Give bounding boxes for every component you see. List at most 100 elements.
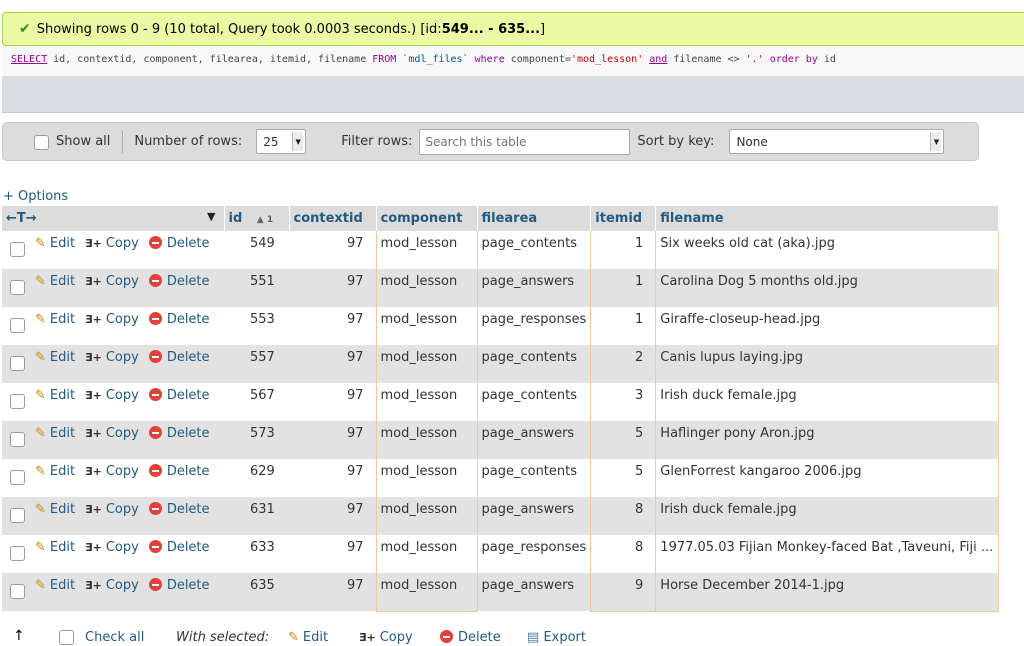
cell-contextid[interactable]: 97 [289,459,376,497]
sql-and[interactable]: and [649,54,667,65]
row-copy-button[interactable]: Ǝ+ Copy [85,312,139,327]
cell-filearea[interactable]: page_responses [477,307,591,345]
row-edit-button[interactable]: ✎ Edit [35,464,75,479]
cell-filearea[interactable]: page_answers [477,269,591,307]
show-all-label[interactable]: Show all [56,134,110,149]
cell-filename[interactable]: Irish duck female.jpg [655,497,1000,535]
cell-contextid[interactable]: 97 [289,573,376,611]
column-resize-icon[interactable]: ←T→ [6,211,37,226]
row-edit-button[interactable]: ✎ Edit [35,312,75,327]
cell-filename[interactable]: Canis lupus laying.jpg [655,345,1000,383]
row-delete-button[interactable]: Delete [148,388,210,403]
cell-component[interactable]: mod_lesson [375,459,478,497]
sort-select[interactable]: None ▼ [729,129,945,154]
cell-filearea[interactable]: page_contents [477,345,591,383]
row-copy-button[interactable]: Ǝ+ Copy [85,426,139,441]
cell-itemid[interactable]: 2 [590,345,657,383]
cell-filearea[interactable]: page_contents [477,383,591,421]
row-delete-button[interactable]: Delete [148,540,210,555]
row-checkbox[interactable] [10,394,25,409]
row-checkbox[interactable] [10,546,25,561]
cell-contextid[interactable]: 97 [289,421,376,459]
cell-id[interactable]: 567 [224,383,289,421]
row-delete-button[interactable]: Delete [148,426,210,441]
rows-select[interactable]: 25 ▼ [256,129,307,154]
cell-contextid[interactable]: 97 [289,345,376,383]
row-edit-button[interactable]: ✎ Edit [35,350,75,365]
cell-itemid[interactable]: 1 [590,269,657,307]
row-checkbox[interactable] [10,242,25,257]
row-edit-button[interactable]: ✎ Edit [35,388,75,403]
row-checkbox[interactable] [10,280,25,295]
cell-filearea[interactable]: page_answers [477,421,591,459]
cell-filename[interactable]: Carolina Dog 5 months old.jpg [655,269,1000,307]
cell-id[interactable]: 631 [224,497,289,535]
column-header-contextid[interactable]: contextid [289,206,377,231]
cell-id[interactable]: 633 [224,535,289,573]
cell-contextid[interactable]: 97 [289,269,376,307]
cell-filename[interactable]: GlenForrest kangaroo 2006.jpg [655,459,1000,497]
cell-filearea[interactable]: page_answers [477,573,591,611]
cell-contextid[interactable]: 97 [289,497,376,535]
bottom-export-button[interactable]: ▤ Export [527,630,586,645]
cell-id[interactable]: 557 [224,345,289,383]
row-copy-button[interactable]: Ǝ+ Copy [85,464,139,479]
row-delete-button[interactable]: Delete [148,236,210,251]
cell-id[interactable]: 549 [224,231,289,269]
row-edit-button[interactable]: ✎ Edit [35,578,75,593]
cell-itemid[interactable]: 8 [590,535,657,573]
row-copy-button[interactable]: Ǝ+ Copy [85,274,139,289]
cell-id[interactable]: 629 [224,459,289,497]
cell-itemid[interactable]: 1 [590,231,657,269]
row-copy-button[interactable]: Ǝ+ Copy [85,236,139,251]
sql-select[interactable]: SELECT [11,54,47,65]
cell-itemid[interactable]: 8 [590,497,657,535]
cell-itemid[interactable]: 1 [590,307,657,345]
cell-filename[interactable]: Horse December 2014-1.jpg [655,573,1000,612]
column-header-itemid[interactable]: itemid [590,206,657,231]
cell-id[interactable]: 635 [224,573,289,611]
bottom-copy-button[interactable]: Ǝ+ Copy [359,630,413,645]
cell-component[interactable]: mod_lesson [375,307,478,345]
cell-filename[interactable]: Haflinger pony Aron.jpg [655,421,1000,459]
row-copy-button[interactable]: Ǝ+ Copy [85,502,139,517]
cell-id[interactable]: 573 [224,421,289,459]
cell-filename[interactable]: 1977.05.03 Fijian Monkey-faced Bat ,Tave… [655,535,1000,573]
cell-component[interactable]: mod_lesson [375,383,478,421]
row-copy-button[interactable]: Ǝ+ Copy [85,578,139,593]
row-edit-button[interactable]: ✎ Edit [35,540,75,555]
filter-input[interactable] [419,128,631,155]
row-copy-button[interactable]: Ǝ+ Copy [85,350,139,365]
column-header-filename[interactable]: filename [655,206,1000,231]
cell-contextid[interactable]: 97 [289,231,376,269]
check-all-label[interactable]: Check all [85,630,144,645]
triangle-down-icon[interactable]: ▼ [207,210,215,223]
row-delete-button[interactable]: Delete [148,464,210,479]
cell-component[interactable]: mod_lesson [375,421,478,459]
cell-itemid[interactable]: 5 [590,421,657,459]
row-edit-button[interactable]: ✎ Edit [35,236,75,251]
cell-component[interactable]: mod_lesson [375,231,478,269]
row-delete-button[interactable]: Delete [148,578,210,593]
row-checkbox[interactable] [10,584,25,599]
cell-filearea[interactable]: page_contents [477,231,591,269]
row-edit-button[interactable]: ✎ Edit [35,274,75,289]
cell-id[interactable]: 551 [224,269,289,307]
cell-id[interactable]: 553 [224,307,289,345]
cell-component[interactable]: mod_lesson [375,535,478,573]
cell-itemid[interactable]: 3 [590,383,657,421]
cell-itemid[interactable]: 9 [590,573,657,612]
cell-filename[interactable]: Giraffe-closeup-head.jpg [655,307,1000,345]
cell-contextid[interactable]: 97 [289,383,376,421]
row-edit-button[interactable]: ✎ Edit [35,426,75,441]
cell-filename[interactable]: Six weeks old cat (aka).jpg [655,231,1000,269]
check-all-checkbox[interactable] [59,630,74,645]
cell-component[interactable]: mod_lesson [375,345,478,383]
show-all-checkbox[interactable] [34,135,49,150]
row-checkbox[interactable] [10,356,25,371]
row-delete-button[interactable]: Delete [148,350,210,365]
row-delete-button[interactable]: Delete [148,312,210,327]
row-checkbox[interactable] [10,432,25,447]
cell-contextid[interactable]: 97 [289,535,376,573]
options-link[interactable]: + Options [3,189,68,204]
